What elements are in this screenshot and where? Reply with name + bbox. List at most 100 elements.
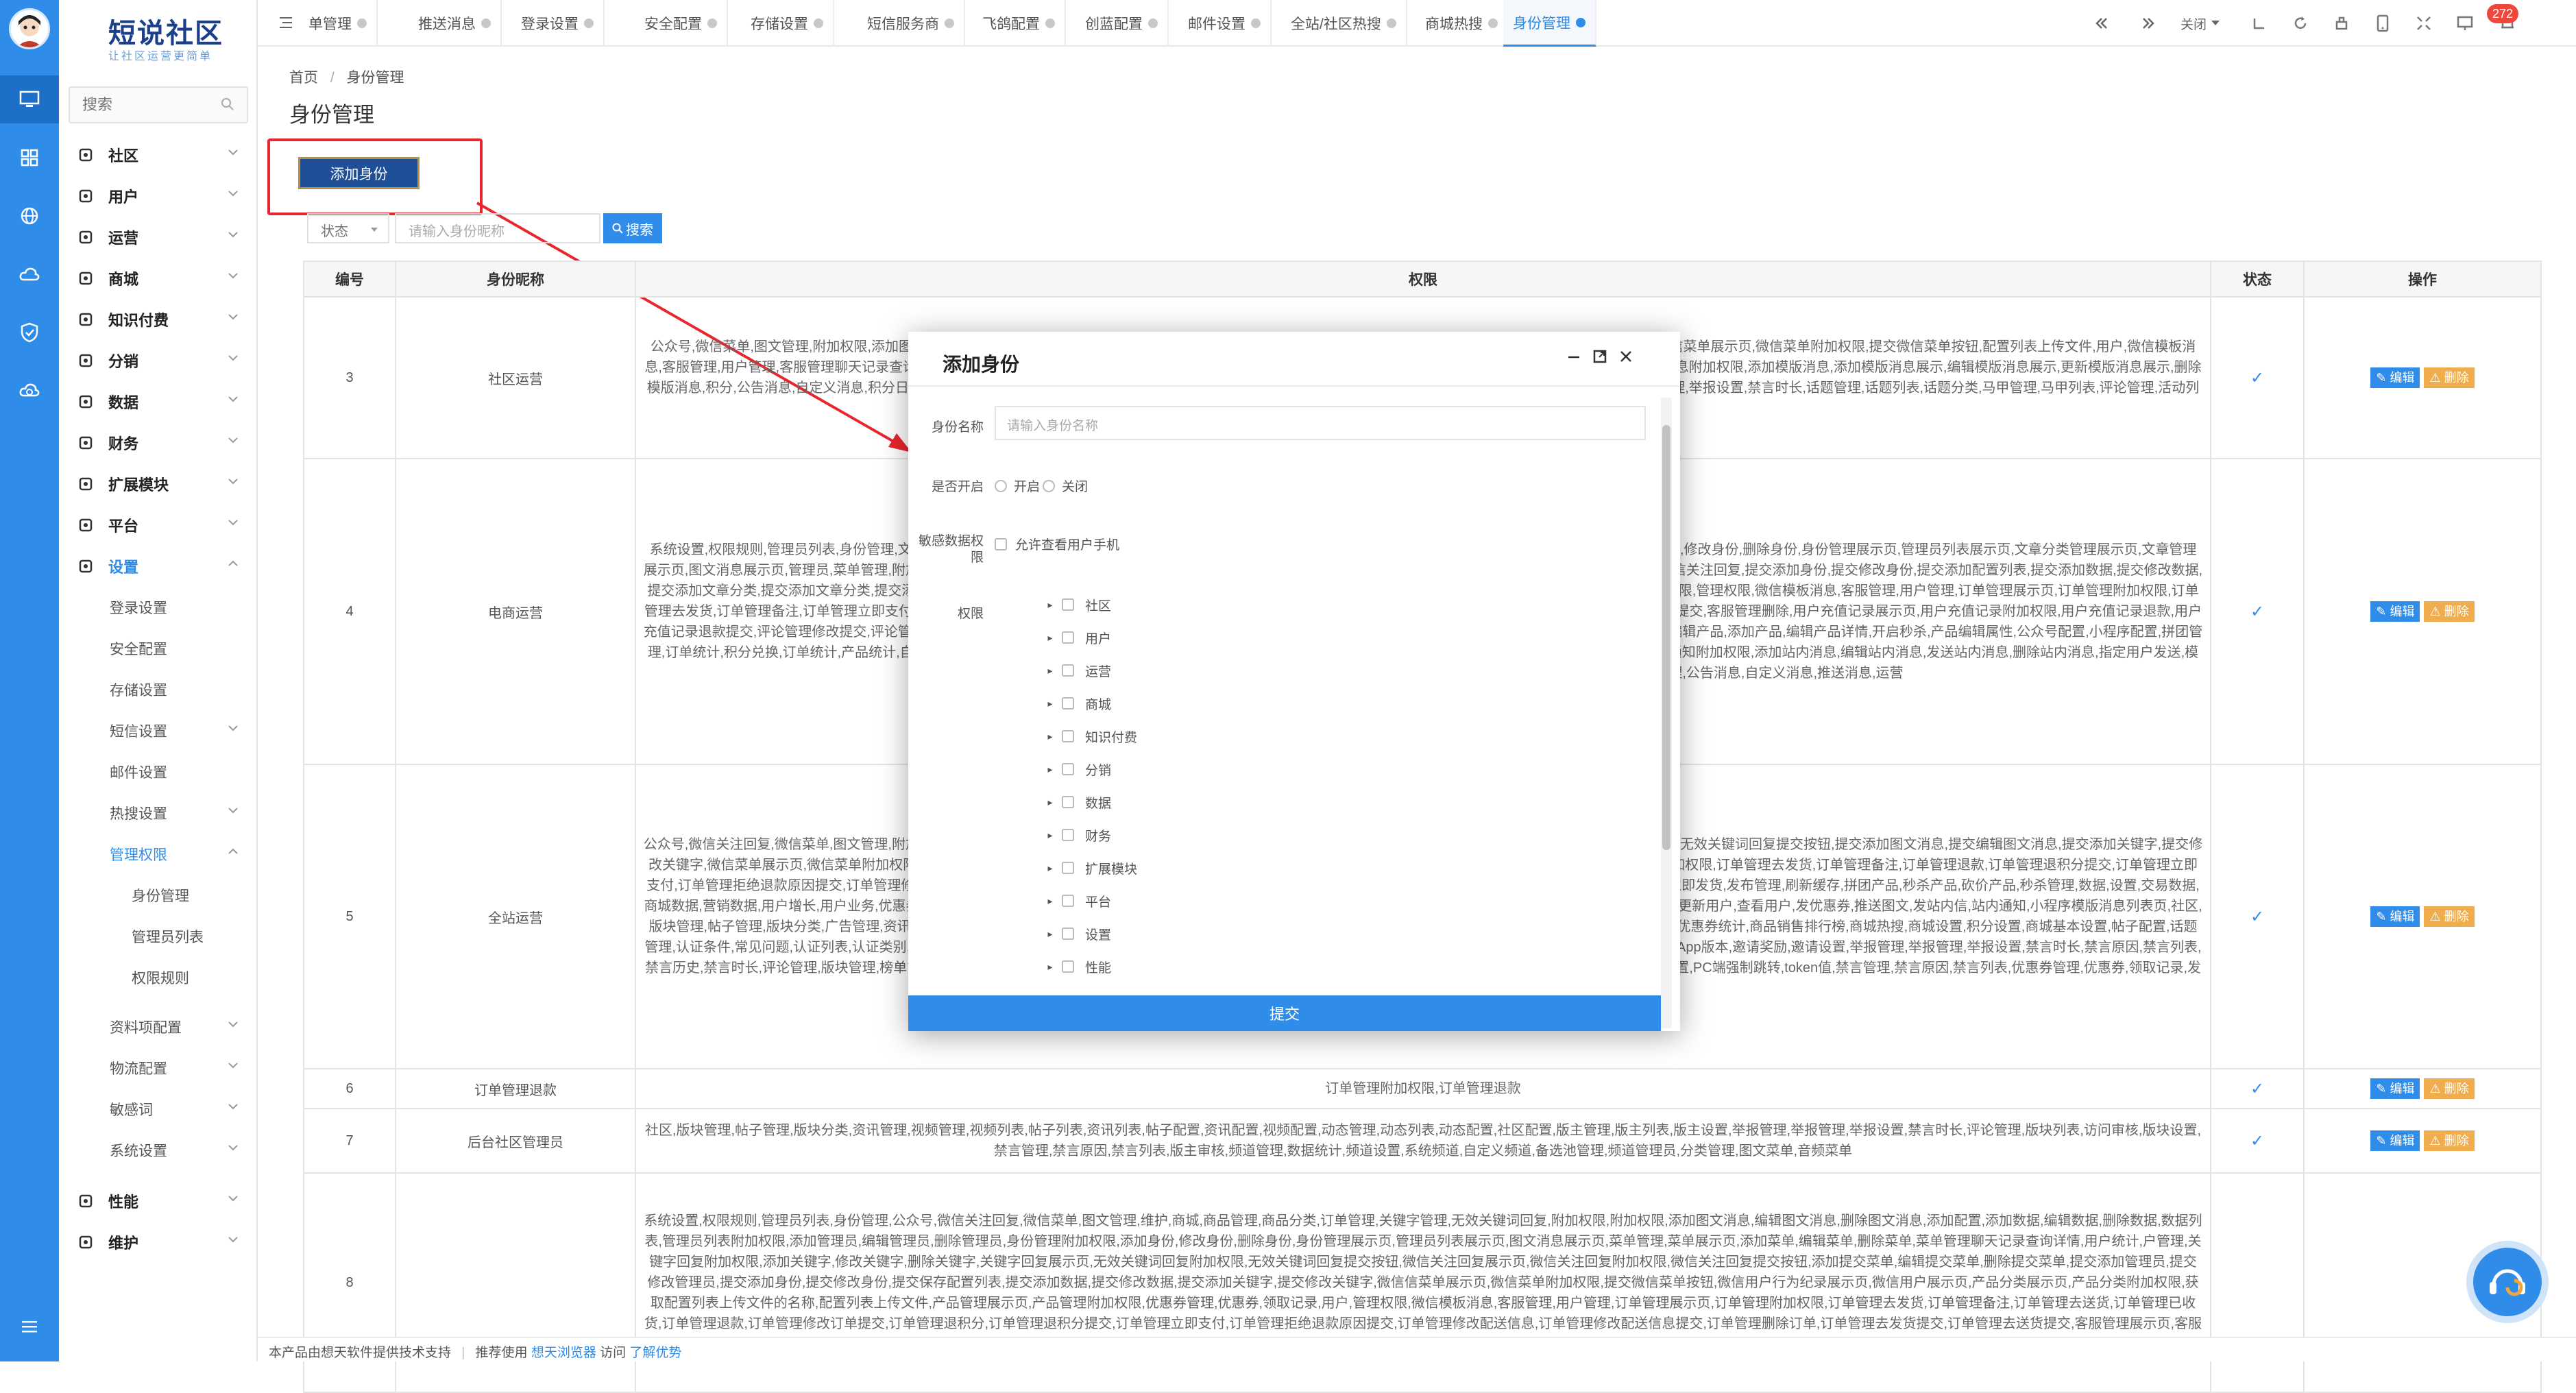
perm-tree-item-3[interactable]: ▸ 商城 (1043, 690, 1111, 717)
fullscreen-icon[interactable] (2410, 11, 2438, 36)
sidebar-item-7[interactable]: 财务 (59, 423, 258, 463)
tab-3[interactable]: 安全配置 (635, 0, 728, 47)
tab-close-icon[interactable] (481, 19, 491, 28)
delete-button[interactable]: ⚠ 删除 (2424, 601, 2475, 622)
tab-close-icon[interactable] (1386, 19, 1396, 28)
tab-2[interactable]: 登录设置 (511, 0, 605, 47)
checkbox-icon[interactable] (1062, 697, 1074, 710)
tab-0[interactable]: 单管理 (299, 0, 378, 47)
tab-4[interactable]: 存储设置 (741, 0, 834, 47)
tab-5[interactable]: 短信服务商 (858, 0, 965, 47)
perm-tree-item-5[interactable]: ▸ 分销 (1043, 755, 1111, 783)
checkbox-icon[interactable] (1062, 763, 1074, 775)
menu-toggle-icon[interactable] (278, 15, 293, 30)
tab-close-icon[interactable] (945, 19, 954, 28)
checkbox-icon[interactable] (1062, 960, 1074, 973)
radio-open[interactable]: 开启 (995, 476, 1040, 495)
checkbox-icon[interactable] (1062, 829, 1074, 841)
caret-right-icon[interactable]: ▸ (1043, 961, 1058, 973)
perm-tree-item-4[interactable]: ▸ 知识付费 (1043, 723, 1137, 750)
checkbox-icon[interactable] (1062, 928, 1074, 940)
settings-sub-item-0[interactable]: 登录设置 (59, 588, 258, 627)
edit-button[interactable]: ✎ 编辑 (2370, 1130, 2420, 1151)
customer-service-icon[interactable] (2473, 1248, 2542, 1316)
close-tabs-dropdown[interactable]: 关闭 (2173, 11, 2228, 36)
settings-sub2-item-3[interactable]: 系统设置 (59, 1130, 258, 1170)
rail-shield-icon[interactable] (0, 308, 59, 356)
delete-button[interactable]: ⚠ 删除 (2424, 367, 2475, 388)
refresh-icon[interactable] (2287, 11, 2314, 36)
perm-tree-item-7[interactable]: ▸ 财务 (1043, 821, 1111, 849)
delete-button[interactable]: ⚠ 删除 (2424, 1078, 2475, 1099)
sidebar-item-6[interactable]: 数据 (59, 382, 258, 422)
tab-prev-icon[interactable] (2088, 11, 2115, 36)
caret-right-icon[interactable]: ▸ (1043, 632, 1058, 644)
identity-name-input[interactable]: 请输入身份名称 (995, 406, 1646, 440)
sidebar-item-3[interactable]: 商城 (59, 258, 258, 298)
edit-button[interactable]: ✎ 编辑 (2370, 367, 2420, 388)
sidebar-item-5[interactable]: 分销 (59, 341, 258, 380)
status-select[interactable]: 状态 (307, 213, 389, 243)
caret-right-icon[interactable]: ▸ (1043, 764, 1058, 775)
perm-tree-item-8[interactable]: ▸ 扩展模块 (1043, 854, 1137, 882)
caret-right-icon[interactable]: ▸ (1043, 599, 1058, 611)
search-button[interactable]: 搜索 (603, 213, 662, 243)
caret-right-icon[interactable]: ▸ (1043, 928, 1058, 940)
caret-right-icon[interactable]: ▸ (1043, 731, 1058, 742)
screen-icon[interactable] (2451, 11, 2479, 36)
tab-10[interactable]: 商城热搜 (1415, 0, 1509, 47)
edit-button[interactable]: ✎ 编辑 (2370, 601, 2420, 622)
submit-button[interactable]: 提交 (908, 995, 1661, 1031)
checkbox-icon[interactable] (1062, 895, 1074, 907)
settings-sub-item-1[interactable]: 安全配置 (59, 629, 258, 668)
sidebar-search[interactable] (69, 86, 248, 123)
perm-sub-item-0[interactable]: 身份管理 (59, 875, 258, 915)
rail-apps-icon[interactable] (0, 134, 59, 182)
tab-close-icon[interactable] (1045, 19, 1055, 28)
modal-scrollbar[interactable] (1661, 398, 1672, 1028)
tab-close-icon[interactable] (814, 19, 823, 28)
rail-desktop-icon[interactable] (0, 75, 59, 123)
perm-tree-item-11[interactable]: ▸ 性能 (1043, 953, 1111, 980)
identity-name-filter[interactable]: 请输入身份昵称 (395, 213, 600, 243)
back-icon[interactable] (2246, 11, 2273, 36)
caret-right-icon[interactable]: ▸ (1043, 895, 1058, 907)
settings-sub-item-6[interactable]: 管理权限 (59, 834, 258, 874)
tab-7[interactable]: 创蓝配置 (1076, 0, 1169, 47)
checkbox-icon[interactable] (1062, 730, 1074, 742)
breadcrumb-home[interactable]: 首页 (289, 70, 318, 86)
caret-right-icon[interactable]: ▸ (1043, 862, 1058, 874)
sidebar-item-2[interactable]: 运营 (59, 217, 258, 257)
caret-right-icon[interactable]: ▸ (1043, 797, 1058, 808)
edit-button[interactable]: ✎ 编辑 (2370, 906, 2420, 927)
sidebar-item-8[interactable]: 扩展模块 (59, 464, 258, 504)
radio-close[interactable]: 关闭 (1043, 476, 1088, 495)
perm-sub-item-2[interactable]: 权限规则 (59, 958, 258, 997)
maximize-icon[interactable] (1592, 347, 1607, 369)
mobile-icon[interactable] (2369, 11, 2396, 36)
sidebar-bottom-item-1[interactable]: 维护 (59, 1222, 258, 1262)
settings-sub2-item-1[interactable]: 物流配置 (59, 1048, 258, 1088)
minimize-icon[interactable] (1566, 347, 1581, 369)
settings-sub2-item-0[interactable]: 资料项配置 (59, 1007, 258, 1047)
sidebar-search-input[interactable] (70, 88, 207, 122)
settings-sub2-item-2[interactable]: 敏感词 (59, 1089, 258, 1129)
tab-close-icon[interactable] (707, 19, 717, 28)
settings-sub-item-2[interactable]: 存储设置 (59, 670, 258, 710)
delete-button[interactable]: ⚠ 删除 (2424, 906, 2475, 927)
tab-next-icon[interactable] (2135, 11, 2162, 36)
sensitive-checkbox[interactable]: 允许查看用户手机 (995, 535, 1119, 553)
sidebar-item-9[interactable]: 平台 (59, 505, 258, 545)
sidebar-item-4[interactable]: 知识付费 (59, 300, 258, 339)
settings-sub-item-5[interactable]: 热搜设置 (59, 793, 258, 833)
tab-9[interactable]: 全站/社区热搜 (1281, 0, 1407, 47)
caret-right-icon[interactable]: ▸ (1043, 829, 1058, 841)
rail-cloud-icon[interactable] (0, 250, 59, 298)
tab-6[interactable]: 飞鸽配置 (973, 0, 1066, 47)
learn-more-link[interactable]: 了解优势 (629, 1346, 681, 1360)
tab-close-icon[interactable] (1576, 17, 1585, 27)
close-icon[interactable] (1618, 347, 1633, 369)
tab-1[interactable]: 推送消息 (409, 0, 502, 47)
rail-menu-icon[interactable] (0, 1303, 59, 1350)
browser-link[interactable]: 想天浏览器 (531, 1346, 596, 1360)
